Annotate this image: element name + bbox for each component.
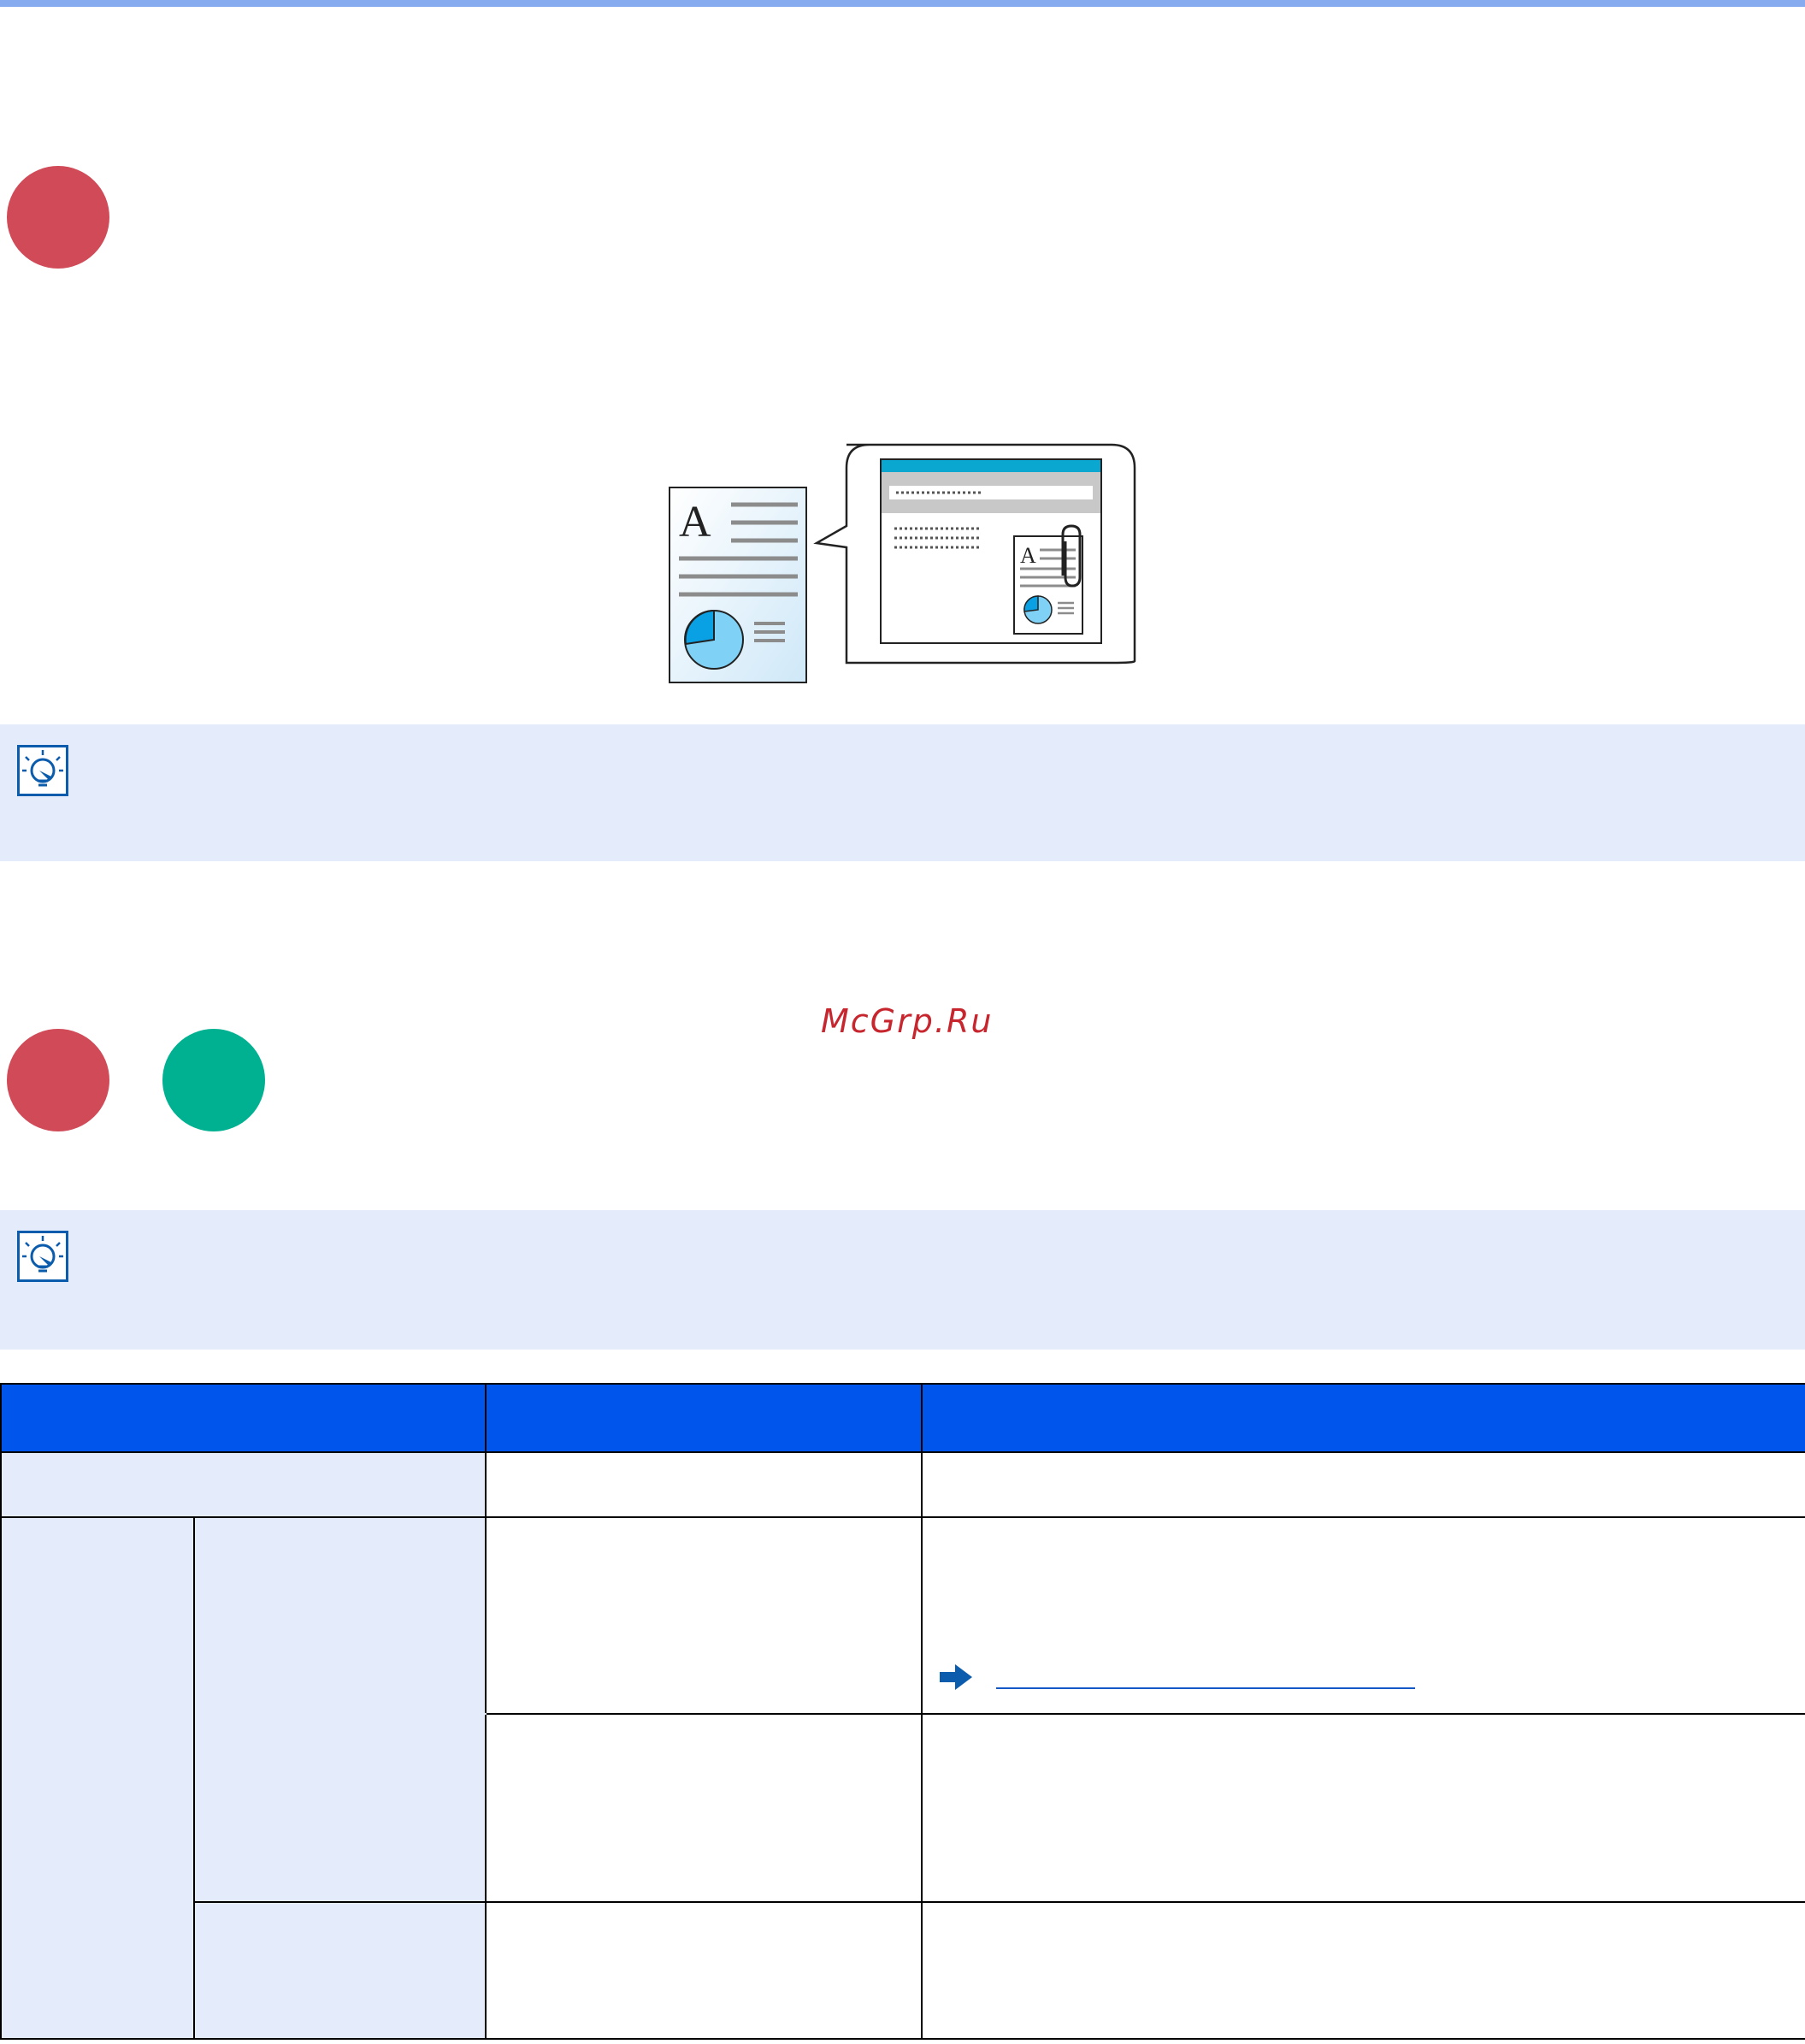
- table-cell: [485, 1713, 923, 1903]
- lightbulb-icon: [17, 1231, 68, 1282]
- red-dot-marker: [7, 1029, 109, 1131]
- svg-text:A: A: [679, 498, 711, 546]
- table-cell: [485, 1451, 923, 1518]
- table-label-cell: [193, 1901, 487, 2040]
- table-header-cell: [0, 1383, 487, 1453]
- table-cell: [921, 1901, 1805, 2040]
- table-label-cell: [193, 1516, 486, 1715]
- red-dot-marker: [7, 166, 109, 269]
- table-cell: [485, 1901, 923, 2040]
- email-attachment-illustration: A A: [669, 443, 1136, 683]
- table-row: [1, 1713, 1805, 1903]
- table-cell: [921, 1451, 1805, 1518]
- link-underline[interactable]: [996, 1687, 1415, 1689]
- table-cell: [485, 1516, 923, 1715]
- settings-table: [0, 1383, 1805, 2040]
- top-rule: [0, 0, 1805, 7]
- table-row: [0, 1451, 1805, 1518]
- table-row: [1, 1901, 1805, 2040]
- table-header-row: [0, 1383, 1805, 1453]
- table-label-cell: [0, 1451, 487, 1518]
- tip-note: [0, 724, 1805, 861]
- table-label-cell: [193, 1713, 487, 1903]
- arrow-right-icon: [940, 1664, 972, 1690]
- table-header-cell: [921, 1383, 1805, 1453]
- table-label-cell: [0, 1516, 195, 2040]
- green-dot-marker: [162, 1029, 265, 1131]
- tip-note: [0, 1210, 1805, 1350]
- document-icon: A: [669, 487, 807, 683]
- watermark: McGrp.Ru: [821, 1002, 994, 1040]
- email-window-icon: A: [880, 458, 1102, 644]
- reference-link[interactable]: [938, 1662, 1417, 1693]
- table-row: [0, 1516, 1805, 2040]
- svg-text:A: A: [1020, 543, 1036, 568]
- table-cell: [921, 1713, 1805, 1903]
- table-header-cell: [485, 1383, 923, 1453]
- lightbulb-icon: [17, 745, 68, 796]
